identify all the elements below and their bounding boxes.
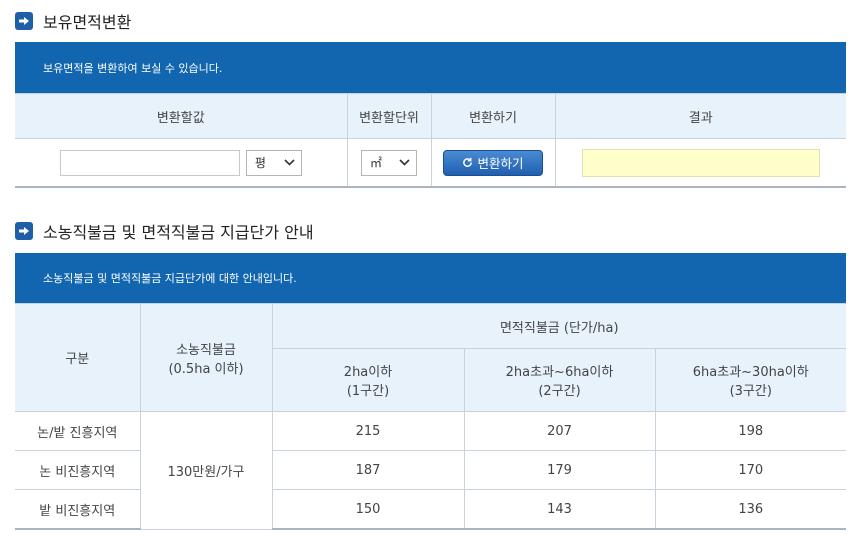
table-row: 논/밭 진흥지역 130만원/가구 215 207 198: [15, 411, 847, 530]
tier-2-label: (2구간): [538, 384, 581, 399]
convert-button-label: 변환하기: [477, 156, 524, 171]
section-title-text: 보유면적변환: [43, 13, 132, 32]
tier-1-value: 187: [271, 450, 465, 490]
tier-3-value: 136: [654, 489, 847, 530]
header-area-payment: 면적직불금 (단가/ha): [271, 303, 847, 349]
tier-1-label: (1구간): [346, 384, 390, 399]
header-tier-1: 2ha이하 (1구간): [272, 348, 465, 412]
section-title-text: 소농직불금 및 면적직불금 지급단가 안내: [43, 223, 314, 242]
tier-3-value: 198: [654, 411, 847, 451]
tier-2-range: 2ha초과~6ha이하: [505, 365, 614, 380]
from-unit-select[interactable]: 평: [245, 149, 302, 176]
header-convert: 변환하기: [430, 93, 556, 139]
header-tier-3: 6ha초과~30ha이하 (3구간): [654, 348, 847, 412]
row-label: 논 비진흥지역: [15, 450, 141, 490]
section-title-area-conversion: 보유면적변환: [15, 9, 131, 33]
result-output: [581, 148, 820, 177]
arrow-right-icon: [15, 12, 33, 30]
value-cell: 평: [15, 138, 348, 188]
tier-2-value: 179: [463, 450, 656, 490]
tier-3-range: 6ha초과~30ha이하: [692, 365, 809, 380]
arrow-right-icon: [15, 222, 33, 240]
chevron-down-icon: [399, 159, 410, 166]
header-result: 결과: [554, 93, 846, 139]
convert-cell: 변환하기: [430, 138, 556, 188]
tier-3-value: 170: [654, 450, 847, 490]
header-category: 구분: [15, 303, 141, 412]
info-banner: 소농직불금 및 면적직불금 지급단가에 대한 안내입니다.: [15, 253, 846, 303]
tier-2-value: 143: [463, 489, 656, 530]
tier-3-label: (3구간): [729, 384, 772, 399]
table-row: 밭 비진흥지역 150 143 136: [15, 489, 847, 530]
tier-1-range: 2ha이하: [343, 365, 393, 380]
conversion-table: 변환할값 변환할단위 변환하기 결과 평 ㎡ 변환하기: [15, 93, 846, 188]
info-banner: 보유면적을 변환하여 보실 수 있습니다.: [15, 42, 846, 93]
banner-text: 보유면적을 변환하여 보실 수 있습니다.: [43, 61, 223, 75]
header-unit: 변환할단위: [346, 93, 432, 139]
small-farm-line1: 소농직불금: [176, 342, 236, 358]
tier-2-value: 207: [463, 411, 656, 451]
tier-1-value: 215: [271, 411, 465, 451]
table-row: 논 비진흥지역 187 179 170: [15, 450, 847, 490]
small-farm-line2: (0.5ha 이하): [168, 361, 244, 377]
banner-text: 소농직불금 및 면적직불금 지급단가에 대한 안내입니다.: [43, 272, 297, 285]
refresh-icon: [463, 157, 473, 167]
header-value: 변환할값: [15, 93, 348, 139]
to-unit-select[interactable]: ㎡: [361, 149, 417, 176]
convert-button[interactable]: 변환하기: [443, 149, 543, 176]
small-farm-value: 130만원/가구: [139, 411, 273, 530]
chevron-down-icon: [284, 159, 295, 166]
section-title-payment: 소농직불금 및 면적직불금 지급단가 안내: [15, 219, 314, 243]
from-unit-value: 평: [254, 156, 266, 170]
row-label: 논/밭 진흥지역: [15, 411, 141, 451]
row-label: 밭 비진흥지역: [15, 489, 141, 530]
to-unit-value: ㎡: [370, 156, 383, 170]
value-input[interactable]: [59, 149, 240, 176]
result-cell: [554, 138, 846, 188]
payment-table: 구분 소농직불금 (0.5ha 이하) 면적직불금 (단가/ha) 2ha이하 …: [15, 303, 847, 530]
header-small-farm: 소농직불금 (0.5ha 이하): [139, 303, 273, 412]
tier-1-value: 150: [271, 489, 465, 530]
header-tier-2: 2ha초과~6ha이하 (2구간): [463, 348, 656, 412]
to-unit-cell: ㎡: [346, 138, 432, 188]
